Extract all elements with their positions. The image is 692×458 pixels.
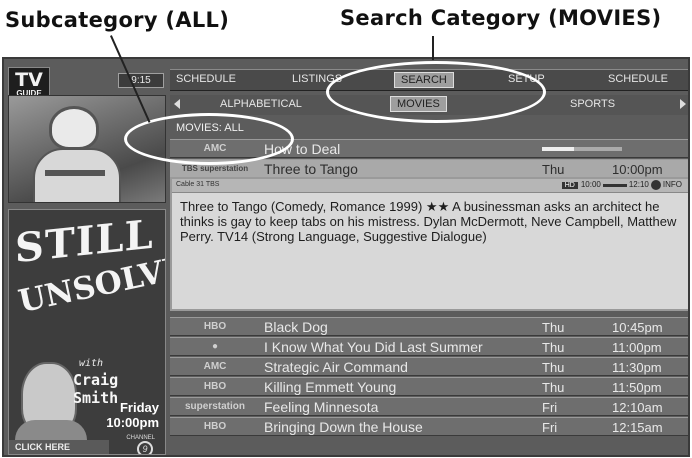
tv-guide-screen: TV GUIDE 9:15 STILL UNSOLVED with Craig …: [2, 57, 690, 457]
detail-meta: HD 10:00 12:10 INFO: [561, 180, 682, 190]
program-day: Thu: [542, 360, 565, 375]
helmet-figure: [49, 106, 99, 150]
program-time: 11:30pm: [612, 360, 662, 375]
listing-row[interactable]: AMC Strategic Air Command Thu 11:30pm: [170, 357, 688, 376]
program-time: 12:15am: [612, 420, 663, 435]
ad-channel-label: CHANNEL: [126, 435, 155, 441]
scroll-left-icon[interactable]: [174, 99, 180, 109]
scroll-right-icon[interactable]: [680, 99, 686, 109]
program-day: Thu: [542, 162, 565, 177]
annotation-leader-search: [432, 36, 434, 60]
channel-logo: superstation: [184, 401, 245, 412]
ad-with-label: with: [79, 358, 104, 369]
jersey-figure: [33, 148, 121, 202]
listing-row[interactable]: HBO Killing Emmett Young Thu 11:50pm: [170, 377, 688, 396]
nav-schedule[interactable]: SCHEDULE: [176, 73, 236, 85]
logo-tv: TV: [15, 69, 43, 91]
program-detail-panel: Cable 31 TBS HD 10:00 12:10 INFO Three to T…: [170, 177, 688, 311]
promo-ad[interactable]: STILL UNSOLVED with Craig Smith Friday 1…: [8, 209, 166, 455]
progress-bar: [542, 147, 622, 151]
program-title: Strategic Air Command: [264, 359, 408, 375]
program-day: Fri: [542, 400, 558, 415]
program-day: Thu: [542, 320, 565, 335]
channel-logo: ●: [211, 341, 219, 352]
ad-air-time: 10:00pm: [106, 415, 159, 430]
detail-cable: Cable 31 TBS: [176, 181, 220, 188]
subnav-alphabetical[interactable]: ALPHABETICAL: [220, 98, 302, 110]
program-title: Three to Tango: [264, 161, 358, 177]
program-day: Thu: [542, 340, 565, 355]
program-time: 11:50pm: [612, 380, 662, 395]
click-here-button[interactable]: CLICK HERE: [9, 440, 109, 454]
program-day: Thu: [542, 380, 565, 395]
detail-start-time: 10:00: [580, 180, 601, 190]
ad-air-day: Friday: [119, 400, 159, 415]
listing-row[interactable]: HBO Black Dog Thu 10:45pm: [170, 317, 688, 336]
program-time: 10:00pm: [612, 162, 663, 177]
program-time: 11:00pm: [612, 340, 662, 355]
callout-subcategory: Subcategory (ALL): [5, 8, 230, 32]
channel-logo: AMC: [203, 361, 227, 372]
annotation-ellipse-search: [326, 61, 546, 123]
program-time: 10:45pm: [612, 320, 663, 335]
program-title: Feeling Minnesota: [264, 399, 379, 415]
channel-logo: HBO: [203, 381, 227, 392]
program-description: Three to Tango (Comedy, Romance 1999) ★★…: [180, 199, 677, 244]
listing-row[interactable]: ● I Know What You Did Last Summer Thu 11…: [170, 337, 688, 356]
nav-schedule-2[interactable]: SCHEDULE: [608, 73, 668, 85]
program-title: Black Dog: [264, 319, 328, 335]
hd-badge: HD: [561, 182, 578, 190]
detail-end-time: 12:10: [628, 180, 649, 190]
program-title: I Know What You Did Last Summer: [264, 339, 483, 355]
time-indicator: 9:15: [118, 73, 164, 88]
subnav-sports[interactable]: SPORTS: [570, 98, 615, 110]
program-title: Bringing Down the House: [264, 419, 423, 435]
channel-logo: HBO: [203, 421, 227, 432]
channel-icon: 9: [137, 441, 153, 454]
info-icon[interactable]: [650, 180, 661, 190]
host-photo: [15, 362, 87, 454]
detail-header: Cable 31 TBS HD 10:00 12:10 INFO: [172, 179, 688, 193]
program-day: Fri: [542, 420, 558, 435]
time-bar-icon: [602, 183, 627, 187]
detail-info-label[interactable]: INFO: [663, 180, 682, 189]
channel-logo: HBO: [203, 321, 227, 332]
progress-fill: [542, 147, 574, 151]
callout-search-category: Search Category (MOVIES): [340, 6, 662, 30]
listing-row[interactable]: HBO Bringing Down the House Fri 12:15am: [170, 417, 688, 436]
listing-row[interactable]: superstation Feeling Minnesota Fri 12:10…: [170, 397, 688, 416]
program-time: 12:10am: [612, 400, 663, 415]
program-title: Killing Emmett Young: [264, 379, 397, 395]
